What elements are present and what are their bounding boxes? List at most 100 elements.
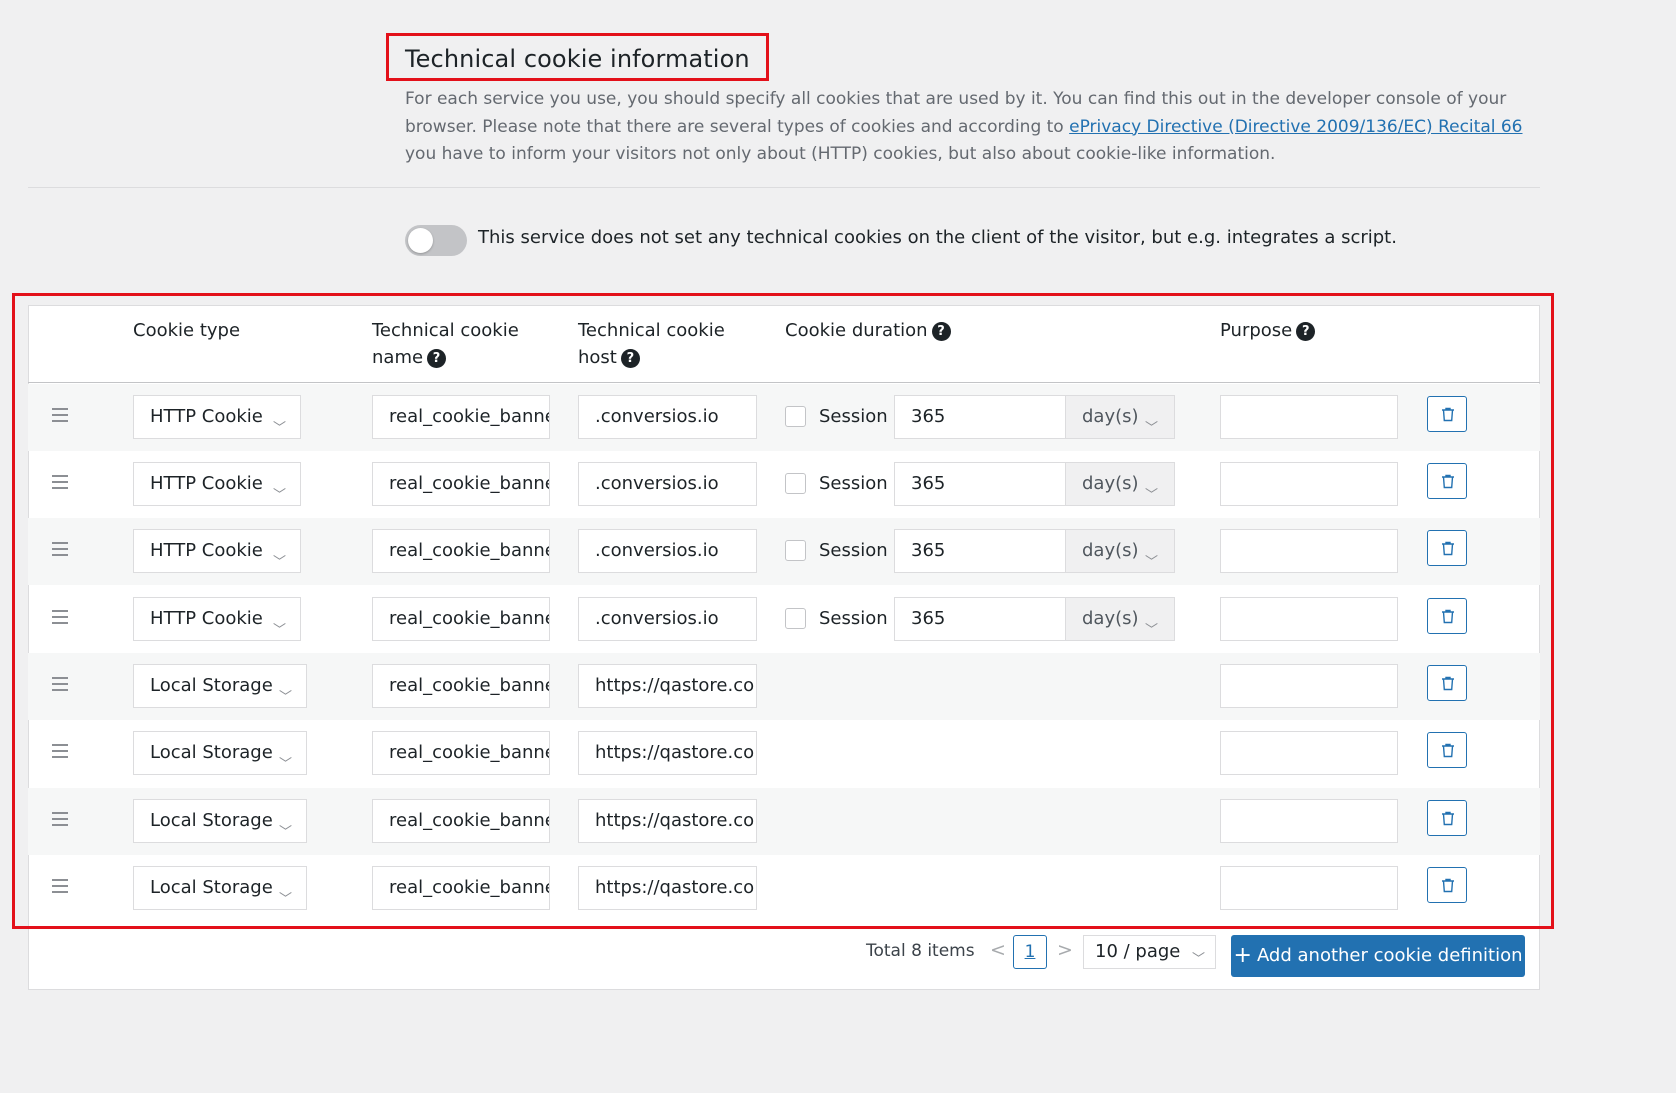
delete-row-button[interactable]: [1427, 463, 1467, 499]
cookie-host-input[interactable]: .conversios.io: [578, 529, 757, 573]
chevron-down-icon: ﹀: [272, 421, 286, 436]
session-checkbox[interactable]: [785, 473, 806, 494]
chevron-down-icon: ﹀: [278, 757, 292, 772]
duration-unit-select[interactable]: day(s) ﹀: [1065, 529, 1175, 573]
trash-icon: [1442, 676, 1454, 691]
purpose-input[interactable]: [1220, 866, 1398, 910]
chevron-down-icon: ﹀: [1144, 623, 1158, 638]
delete-row-button[interactable]: [1427, 396, 1467, 432]
drag-handle-icon[interactable]: [52, 542, 68, 556]
help-icon[interactable]: ?: [427, 349, 447, 368]
drag-handle-icon[interactable]: [52, 475, 68, 489]
cookie-host-input[interactable]: https://qastore.co: [578, 799, 757, 843]
pagination-next-button[interactable]: >: [1057, 939, 1073, 961]
table-row: Local Storage ﹀ real_cookie_banner https://…: [28, 720, 1540, 787]
cookie-duration-input[interactable]: 365: [894, 395, 1066, 439]
table-row: Local Storage ﹀ real_cookie_banner https://…: [28, 855, 1540, 922]
cookie-type-select[interactable]: HTTP Cookie ﹀: [133, 462, 301, 506]
session-checkbox[interactable]: [785, 540, 806, 561]
cookie-host-input[interactable]: https://qastore.co: [578, 731, 757, 775]
cookie-name-input[interactable]: real_cookie_banner: [372, 664, 550, 708]
plus-icon: +: [1233, 943, 1252, 968]
session-label: Session: [819, 473, 888, 494]
cookie-type-select[interactable]: Local Storage ﹀: [133, 866, 307, 910]
table-header: Cookie type Technical cookie name? Techn…: [28, 305, 1540, 383]
duration-unit-select[interactable]: day(s) ﹀: [1065, 462, 1175, 506]
table-row: HTTP Cookie ﹀ real_cookie_banner .conversio…: [28, 384, 1540, 451]
drag-handle-icon[interactable]: [52, 408, 68, 422]
chevron-down-icon: ﹀: [272, 623, 286, 638]
pagination-total: Total 8 items: [866, 941, 975, 961]
header-cookie-host: Technical cookie host?: [578, 320, 725, 368]
trash-icon: [1442, 407, 1454, 422]
pagination-page-1[interactable]: 1: [1013, 935, 1047, 969]
trash-icon: [1442, 474, 1454, 489]
session-label: Session: [819, 608, 888, 629]
cookie-host-input[interactable]: .conversios.io: [578, 395, 757, 439]
cookie-type-select[interactable]: Local Storage ﹀: [133, 799, 307, 843]
trash-icon: [1442, 878, 1454, 893]
no-technical-cookies-toggle[interactable]: [405, 225, 467, 256]
purpose-input[interactable]: [1220, 529, 1398, 573]
no-technical-cookies-label: This service does not set any technical …: [478, 227, 1397, 248]
cookie-duration-input[interactable]: 365: [894, 597, 1066, 641]
chevron-down-icon: ﹀: [1144, 488, 1158, 503]
page-size-select[interactable]: 10 / page ﹀: [1083, 935, 1216, 969]
duration-unit-select[interactable]: day(s) ﹀: [1065, 597, 1175, 641]
help-icon[interactable]: ?: [931, 322, 951, 341]
purpose-input[interactable]: [1220, 597, 1398, 641]
cookie-duration-input[interactable]: 365: [894, 529, 1066, 573]
add-cookie-definition-button[interactable]: + Add another cookie definition: [1231, 935, 1525, 977]
purpose-input[interactable]: [1220, 664, 1398, 708]
help-icon[interactable]: ?: [620, 349, 640, 368]
drag-handle-icon[interactable]: [52, 812, 68, 826]
duration-unit-select[interactable]: day(s) ﹀: [1065, 395, 1175, 439]
toggle-knob: [408, 228, 433, 253]
delete-row-button[interactable]: [1427, 665, 1467, 701]
cookie-host-input[interactable]: .conversios.io: [578, 462, 757, 506]
cookie-type-select[interactable]: HTTP Cookie ﹀: [133, 597, 301, 641]
section-description: For each service you use, you should spe…: [405, 89, 1523, 164]
purpose-input[interactable]: [1220, 395, 1398, 439]
cookie-host-input[interactable]: .conversios.io: [578, 597, 757, 641]
cookie-type-select[interactable]: Local Storage ﹀: [133, 664, 307, 708]
section-divider: [28, 187, 1540, 188]
cookie-name-input[interactable]: real_cookie_banner: [372, 866, 550, 910]
cookie-duration-input[interactable]: 365: [894, 462, 1066, 506]
cookie-host-input[interactable]: https://qastore.co: [578, 866, 757, 910]
cookie-type-select[interactable]: HTTP Cookie ﹀: [133, 529, 301, 573]
trash-icon: [1442, 609, 1454, 624]
cookie-name-input[interactable]: real_cookie_banner: [372, 462, 550, 506]
chevron-down-icon: ﹀: [272, 488, 286, 503]
help-icon[interactable]: ?: [1296, 322, 1316, 341]
cookie-name-input[interactable]: real_cookie_banner: [372, 597, 550, 641]
cookie-name-input[interactable]: real_cookie_banner: [372, 395, 550, 439]
chevron-down-icon: ﹀: [1144, 555, 1158, 570]
chevron-down-icon: ﹀: [272, 555, 286, 570]
cookie-name-input[interactable]: real_cookie_banner: [372, 529, 550, 573]
purpose-input[interactable]: [1220, 731, 1398, 775]
drag-handle-icon[interactable]: [52, 744, 68, 758]
header-cookie-duration: Cookie duration?: [785, 317, 951, 344]
delete-row-button[interactable]: [1427, 598, 1467, 634]
eprivacy-directive-link[interactable]: ePrivacy Directive (Directive 2009/136/E…: [1069, 117, 1522, 137]
trash-icon: [1442, 811, 1454, 826]
cookie-name-input[interactable]: real_cookie_banner: [372, 731, 550, 775]
table-row: HTTP Cookie ﹀ real_cookie_banner .conversio…: [28, 586, 1540, 653]
cookie-name-input[interactable]: real_cookie_banner: [372, 799, 550, 843]
drag-handle-icon[interactable]: [52, 610, 68, 624]
drag-handle-icon[interactable]: [52, 879, 68, 893]
session-checkbox[interactable]: [785, 406, 806, 427]
cookie-type-select[interactable]: Local Storage ﹀: [133, 731, 307, 775]
delete-row-button[interactable]: [1427, 867, 1467, 903]
session-checkbox[interactable]: [785, 608, 806, 629]
pagination-prev-button[interactable]: <: [990, 939, 1006, 961]
cookie-type-select[interactable]: HTTP Cookie ﹀: [133, 395, 301, 439]
delete-row-button[interactable]: [1427, 530, 1467, 566]
delete-row-button[interactable]: [1427, 800, 1467, 836]
delete-row-button[interactable]: [1427, 732, 1467, 768]
purpose-input[interactable]: [1220, 799, 1398, 843]
drag-handle-icon[interactable]: [52, 677, 68, 691]
cookie-host-input[interactable]: https://qastore.co: [578, 664, 757, 708]
purpose-input[interactable]: [1220, 462, 1398, 506]
